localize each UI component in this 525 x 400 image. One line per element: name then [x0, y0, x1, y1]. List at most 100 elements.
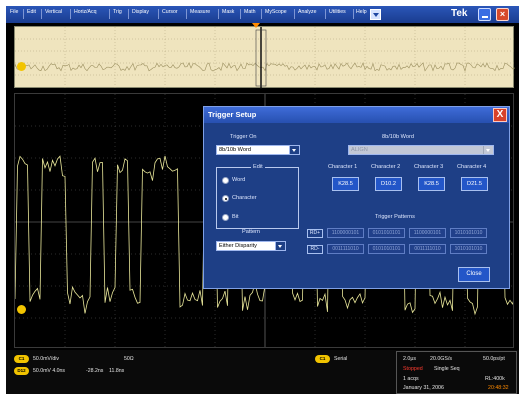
edit-group: Edit Word Character Bit	[216, 164, 299, 229]
menu-vertical[interactable]: Vertical	[45, 9, 62, 15]
overview-trace	[15, 62, 515, 73]
dialog-titlebar[interactable]: Trigger Setup X	[204, 107, 509, 123]
rd-minus-pattern-1: 0011111010	[327, 244, 364, 254]
character-4-button[interactable]: D21.5	[461, 177, 488, 191]
menu-math[interactable]: Math	[244, 9, 256, 15]
ref-time-1: -28.2ns	[86, 368, 104, 374]
trigger-setup-dialog: Trigger Setup X Trigger On 8b/10b Word E…	[203, 106, 510, 289]
rd-plus-pattern-1: 1100000101	[327, 228, 364, 238]
trigger-on-label: Trigger On	[230, 134, 257, 140]
character-2-button[interactable]: D10.2	[375, 177, 402, 191]
menu-separator	[23, 9, 24, 19]
edit-character-radio[interactable]	[222, 195, 229, 202]
word-value: ALIGN	[351, 147, 368, 153]
menu-separator	[240, 9, 241, 19]
ch1-level-marker[interactable]	[17, 305, 26, 314]
edit-bit-radio[interactable]	[222, 214, 229, 221]
rd-minus-pattern-4: 1010101010	[450, 244, 487, 254]
menu-help[interactable]: Help	[356, 9, 367, 15]
menu-separator	[325, 9, 326, 19]
pattern-select[interactable]: Either Disparity	[216, 241, 286, 251]
help-arrow-icon[interactable]	[370, 9, 381, 20]
word-select[interactable]: ALIGN	[348, 145, 494, 155]
rd-plus-pattern-3: 1100000101	[409, 228, 446, 238]
edit-word-label: Word	[232, 177, 246, 183]
rd-plus-pattern-2: 0101010101	[368, 228, 405, 238]
menu-horiz-acq[interactable]: Horiz/Acq	[74, 9, 97, 15]
acquisition-status[interactable]: 2.0μs 20.0GS/s 50.0ps/pt Stopped Single …	[396, 351, 517, 394]
trigger-patterns-label: Trigger Patterns	[375, 214, 415, 220]
close-button[interactable]: Close	[458, 267, 490, 282]
menu-separator	[218, 9, 219, 19]
chevron-down-icon	[275, 242, 285, 250]
date: January 31, 2006	[403, 385, 444, 391]
chevron-down-icon	[483, 146, 493, 154]
ref-badge[interactable]: D12	[14, 367, 29, 375]
time: 20:48:32	[488, 385, 509, 391]
rd-minus-button[interactable]: RD-	[307, 245, 323, 254]
menu-bar: File Edit Vertical Horiz/Acq Trig Displa…	[6, 6, 519, 23]
ref-scale[interactable]: 50.0mV 4.0ns	[33, 368, 65, 374]
bus-label[interactable]: Serial	[334, 356, 347, 362]
character-4-label: Character 4	[457, 164, 487, 170]
status-area: C1 50.0mV/div 50Ω D12 50.0mV 4.0ns -28.2…	[6, 350, 519, 394]
resolution: 50.0ps/pt	[483, 356, 505, 362]
menu-utilities[interactable]: Utilities	[329, 9, 346, 15]
menu-myscope[interactable]: MyScope	[265, 9, 287, 15]
character-3-label: Character 3	[414, 164, 444, 170]
menu-edit[interactable]: Edit	[27, 9, 36, 15]
seq-mode: Single Seq	[434, 366, 460, 372]
trigger-position-marker[interactable]	[252, 23, 260, 28]
character-2-label: Character 2	[371, 164, 401, 170]
pattern-label: Pattern	[242, 229, 261, 235]
menu-separator	[186, 9, 187, 19]
menu-separator	[128, 9, 129, 19]
menu-trig[interactable]: Trig	[113, 9, 122, 15]
edit-group-label: Edit	[251, 164, 265, 170]
character-1-label: Character 1	[328, 164, 358, 170]
overview-waveform	[14, 26, 515, 89]
menu-display[interactable]: Display	[132, 9, 149, 15]
ch1-level-marker[interactable]	[17, 62, 26, 71]
ch1-scale[interactable]: 50.0mV/div	[33, 356, 59, 362]
close-icon[interactable]: X	[493, 108, 507, 122]
menu-separator	[41, 9, 42, 19]
menu-separator	[158, 9, 159, 19]
rd-plus-pattern-4: 1010101010	[450, 228, 487, 238]
menu-separator	[294, 9, 295, 19]
oscilloscope-screen: File Edit Vertical Horiz/Acq Trig Displa…	[6, 6, 519, 394]
rd-plus-button[interactable]: RD+	[307, 229, 323, 238]
ref-time-2: 11.8ns	[109, 368, 125, 374]
dialog-title: Trigger Setup	[208, 110, 257, 119]
character-3-button[interactable]: K28.5	[418, 177, 445, 191]
menu-separator	[261, 9, 262, 19]
minimize-icon[interactable]	[478, 8, 491, 21]
timebase: 2.0μs	[403, 356, 417, 362]
menu-file[interactable]: File	[10, 9, 18, 15]
edit-word-radio[interactable]	[222, 177, 229, 184]
menu-analyze[interactable]: Analyze	[298, 9, 316, 15]
overview-graticule	[15, 27, 515, 89]
word-label: 8b/10b Word	[382, 134, 414, 140]
edit-bit-label: Bit	[232, 214, 239, 220]
pattern-value: Either Disparity	[219, 243, 257, 249]
sample-rate: 20.0GS/s	[430, 356, 453, 362]
menu-mask[interactable]: Mask	[222, 9, 234, 15]
trigger-on-value: 8b/10b Word	[219, 147, 251, 153]
edit-character-label: Character	[232, 195, 257, 201]
menu-separator	[353, 9, 354, 19]
trigger-on-select[interactable]: 8b/10b Word	[216, 145, 300, 155]
bus-badge[interactable]: C1	[315, 355, 330, 363]
chevron-down-icon	[289, 146, 299, 154]
rd-minus-pattern-3: 0011111010	[409, 244, 446, 254]
rd-minus-pattern-2: 0101010101	[368, 244, 405, 254]
menu-measure[interactable]: Measure	[190, 9, 210, 15]
ch1-impedance: 50Ω	[124, 356, 134, 362]
menu-cursor[interactable]: Cursor	[162, 9, 178, 15]
character-1-button[interactable]: K28.5	[332, 177, 359, 191]
run-state: Stopped	[403, 366, 423, 372]
acq-count: 1 acqs	[403, 376, 419, 382]
menu-separator	[70, 9, 71, 19]
ch1-badge[interactable]: C1	[14, 355, 29, 363]
close-icon[interactable]: ×	[496, 8, 509, 21]
